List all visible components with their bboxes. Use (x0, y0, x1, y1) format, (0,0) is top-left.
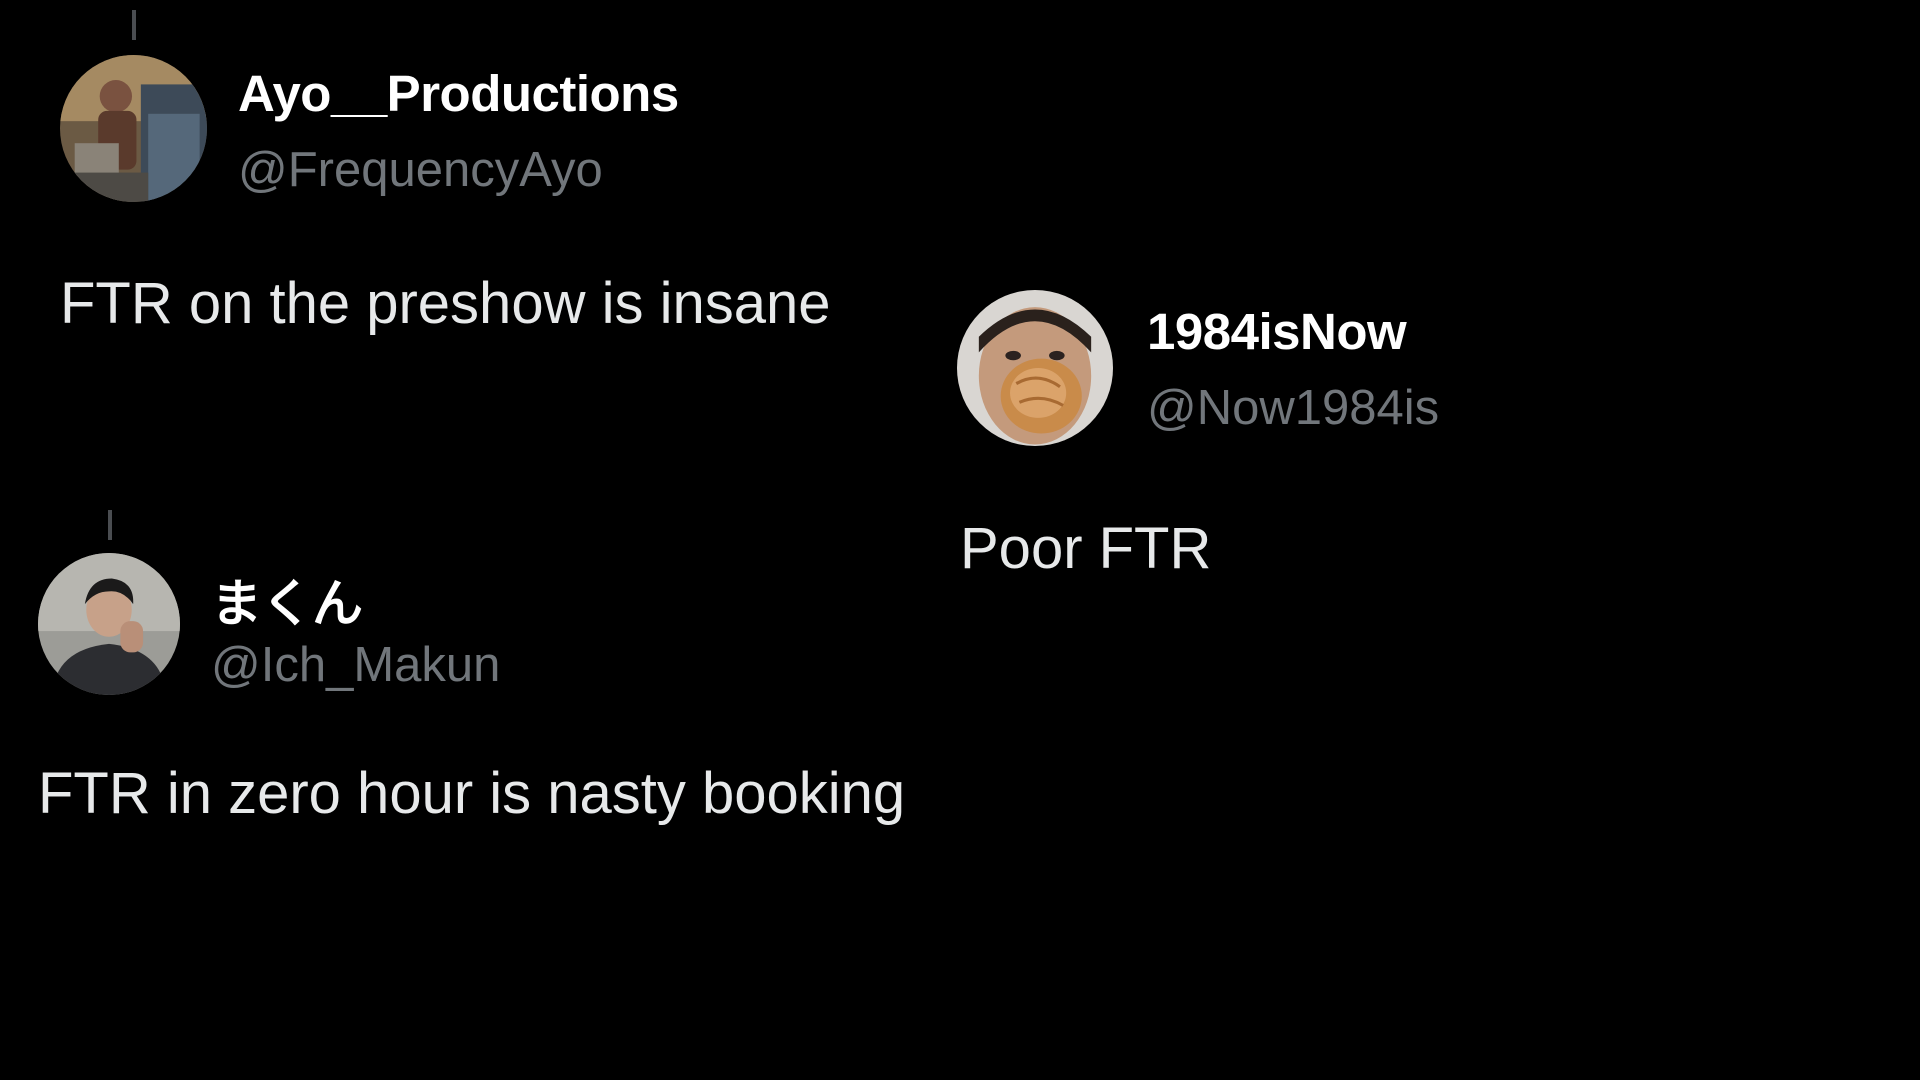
user-handle[interactable]: @Ich_Makun (211, 637, 500, 693)
display-name[interactable]: まくん (211, 562, 363, 636)
avatar[interactable] (38, 553, 180, 695)
user-photo-avatar-icon (957, 290, 1113, 446)
tweet-text: Poor FTR (960, 516, 1212, 581)
user-handle[interactable]: @Now1984is (1147, 380, 1439, 436)
tweet-text: FTR on the preshow is insane (60, 271, 831, 336)
user-photo-avatar-icon (60, 55, 207, 202)
avatar[interactable] (60, 55, 207, 202)
display-name[interactable]: 1984isNow (1147, 302, 1407, 361)
user-photo-avatar-icon (38, 553, 180, 695)
display-name[interactable]: Ayo__Productions (238, 64, 679, 123)
thread-connector (108, 510, 112, 540)
avatar[interactable] (957, 290, 1113, 446)
thread-connector (132, 10, 136, 40)
user-handle[interactable]: @FrequencyAyo (238, 142, 603, 198)
tweet-text: FTR in zero hour is nasty booking (38, 761, 906, 826)
